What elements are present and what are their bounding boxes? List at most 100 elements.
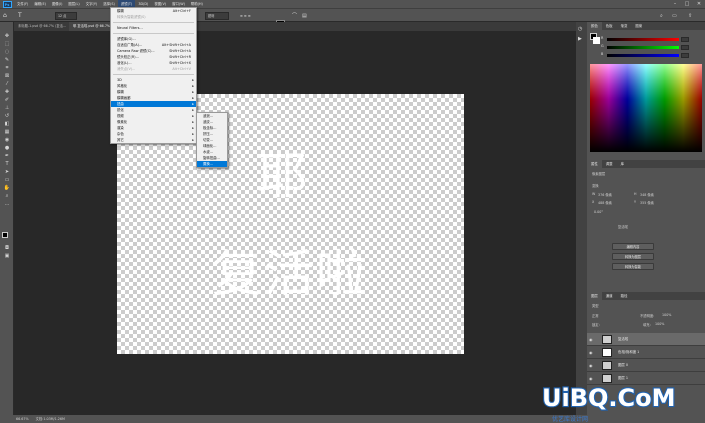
foreground-color-swatch[interactable] <box>2 232 8 238</box>
antialias-select[interactable]: 锐利 <box>205 12 229 20</box>
shape-tool-icon[interactable]: ▭ <box>2 176 12 184</box>
tab-libraries[interactable]: 库 <box>617 162 628 166</box>
marquee-tool-icon[interactable]: ⬚ <box>2 40 12 48</box>
type-tool-icon[interactable]: T <box>2 160 12 168</box>
history-icon[interactable]: ◷ <box>578 26 582 32</box>
tab-paths[interactable]: 路径 <box>617 294 632 298</box>
menu-item-label: 扭曲 <box>117 102 124 106</box>
g-slider[interactable] <box>607 46 679 49</box>
canvas-text-line1[interactable]: 耶 <box>257 146 307 206</box>
hand-tool-icon[interactable]: ✋ <box>2 184 12 192</box>
align-buttons[interactable]: ≡ ≡ ≡ <box>240 12 251 20</box>
lasso-tool-icon[interactable]: ◌ <box>2 48 12 56</box>
actions-icon[interactable]: ▶ <box>578 36 582 42</box>
tab-patterns[interactable]: 图案 <box>631 24 646 28</box>
home-icon[interactable]: ⌂ <box>3 12 7 20</box>
filter-menu-item[interactable]: Neural Filters... <box>111 25 196 31</box>
path-select-icon[interactable]: ➤ <box>2 168 12 176</box>
convert-to-layers-button[interactable]: 转换为图层 <box>612 253 654 260</box>
color-bg-swatch[interactable] <box>593 37 600 44</box>
zoom-tool-icon[interactable]: ⌕ <box>2 192 12 200</box>
b-slider[interactable] <box>607 54 679 57</box>
visibility-eye-icon[interactable]: ◉ <box>589 337 593 342</box>
stamp-tool-icon[interactable]: ⊥ <box>2 104 12 112</box>
type-tool-icon[interactable]: T <box>18 12 22 20</box>
close-icon[interactable]: ✕ <box>693 0 705 8</box>
tab-layers[interactable]: 图层 <box>587 292 602 300</box>
convert-to-smart-button[interactable]: 转换为智能 <box>612 263 654 270</box>
canvas-text-line2[interactable]: 复活啦 <box>212 244 368 304</box>
opacity-field[interactable]: 100% <box>662 313 671 317</box>
menu-item-label: 转换为智能滤镜(S) <box>117 15 146 19</box>
filter-menu-item[interactable]: 其它 ▸ <box>111 137 196 143</box>
tab-swatches[interactable]: 色板 <box>602 24 617 28</box>
g-label: G <box>601 44 604 48</box>
quick-select-icon[interactable]: ✎ <box>2 56 12 64</box>
history-brush-icon[interactable]: ↺ <box>2 112 12 120</box>
r-slider[interactable] <box>607 38 679 41</box>
font-size-field[interactable]: 12 点 <box>55 12 77 20</box>
zoom-level[interactable]: 66.67% <box>16 417 29 421</box>
angle-field[interactable]: 0.00° <box>594 210 603 214</box>
workspace-icon[interactable]: ▭ <box>672 12 677 20</box>
move-tool-icon[interactable]: ✥ <box>2 32 12 40</box>
distort-menu-item[interactable]: 置换... <box>197 161 227 167</box>
menu-item-label: 渲染 <box>117 126 124 130</box>
tab-adjustments[interactable]: 调整 <box>602 162 617 166</box>
photoshop-logo-icon[interactable]: Ps <box>0 0 14 8</box>
pen-tool-icon[interactable]: ✒ <box>2 152 12 160</box>
eraser-tool-icon[interactable]: ◧ <box>2 120 12 128</box>
doc-size: 文档:1.03M/1.26M <box>35 417 65 421</box>
screen-mode-icon[interactable]: ▣ <box>2 252 12 260</box>
minimize-icon[interactable]: – <box>669 0 681 8</box>
r-value[interactable] <box>681 37 689 42</box>
search-icon[interactable]: ⌕ <box>660 12 663 20</box>
maximize-icon[interactable]: □ <box>681 0 693 8</box>
w-field[interactable]: 376 像素 <box>598 192 612 197</box>
menu-item-label: 杂色 <box>117 132 124 136</box>
menu-type[interactable]: 文字(Y) <box>83 0 101 8</box>
layer-row[interactable]: ◉ 图层 0 <box>587 359 705 372</box>
menu-file[interactable]: 文件(F) <box>14 0 31 8</box>
share-icon[interactable]: ⇪ <box>688 12 692 20</box>
gradient-tool-icon[interactable]: ▦ <box>2 128 12 136</box>
frame-tool-icon[interactable]: ⊠ <box>2 72 12 80</box>
healing-brush-icon[interactable]: ✚ <box>2 88 12 96</box>
h-field[interactable]: 348 像素 <box>640 192 654 197</box>
visibility-eye-icon[interactable]: ◉ <box>589 363 593 368</box>
more-tools-icon[interactable]: … <box>2 200 12 208</box>
options-bar: ⌂ T 12 点 锐利 ≡ ≡ ≡ ⌒ ▤ ⌕ ▭ ⇪ <box>0 8 705 26</box>
edit-contents-button[interactable]: 编辑内容 <box>612 243 654 250</box>
layers-panel-tabs: 图层 通道 路径 <box>587 292 705 300</box>
brush-tool-icon[interactable]: ✐ <box>2 96 12 104</box>
layer-kind-filter[interactable]: 类型 <box>592 303 599 308</box>
crop-tool-icon[interactable]: ⌗ <box>2 64 12 72</box>
warp-text-icon[interactable]: ⌒ <box>292 12 297 20</box>
panel-toggle-icon[interactable]: ▤ <box>302 12 307 20</box>
quick-mask-icon[interactable]: ◘ <box>2 244 12 252</box>
tab-gradients[interactable]: 渐变 <box>617 24 632 28</box>
menu-item-label: Camera Raw 滤镜(C)... <box>117 49 155 53</box>
tab-color[interactable]: 颜色 <box>587 22 602 30</box>
tab-channels[interactable]: 通道 <box>602 294 617 298</box>
b-value[interactable] <box>681 53 689 58</box>
dodge-tool-icon[interactable]: ● <box>2 144 12 152</box>
x-field[interactable]: 488 像素 <box>598 200 612 205</box>
lock-label: 锁定: <box>592 323 600 327</box>
y-field[interactable]: 355 像素 <box>640 200 654 205</box>
layer-row[interactable]: ◉ 色相/饱和度 1 <box>587 346 705 359</box>
menu-edit[interactable]: 编辑(E) <box>31 0 49 8</box>
menu-image[interactable]: 图像(I) <box>49 0 65 8</box>
visibility-eye-icon[interactable]: ◉ <box>589 350 593 355</box>
color-spectrum[interactable] <box>590 64 702 152</box>
tab-untitled[interactable]: 未标题-1.psd @ 66.7% (复活... <box>14 22 70 31</box>
blend-mode-select[interactable]: 正常 <box>592 313 599 318</box>
layer-row[interactable]: ◉ 复活啦 <box>587 333 705 346</box>
blur-tool-icon[interactable]: ◉ <box>2 136 12 144</box>
menu-layer[interactable]: 图层(L) <box>65 0 82 8</box>
menu-item-label: 视频 <box>117 114 124 118</box>
tab-properties[interactable]: 属性 <box>587 160 602 168</box>
g-value[interactable] <box>681 45 689 50</box>
eyedropper-icon[interactable]: ⁄ <box>2 80 12 88</box>
fill-field[interactable]: 100% <box>655 322 664 326</box>
